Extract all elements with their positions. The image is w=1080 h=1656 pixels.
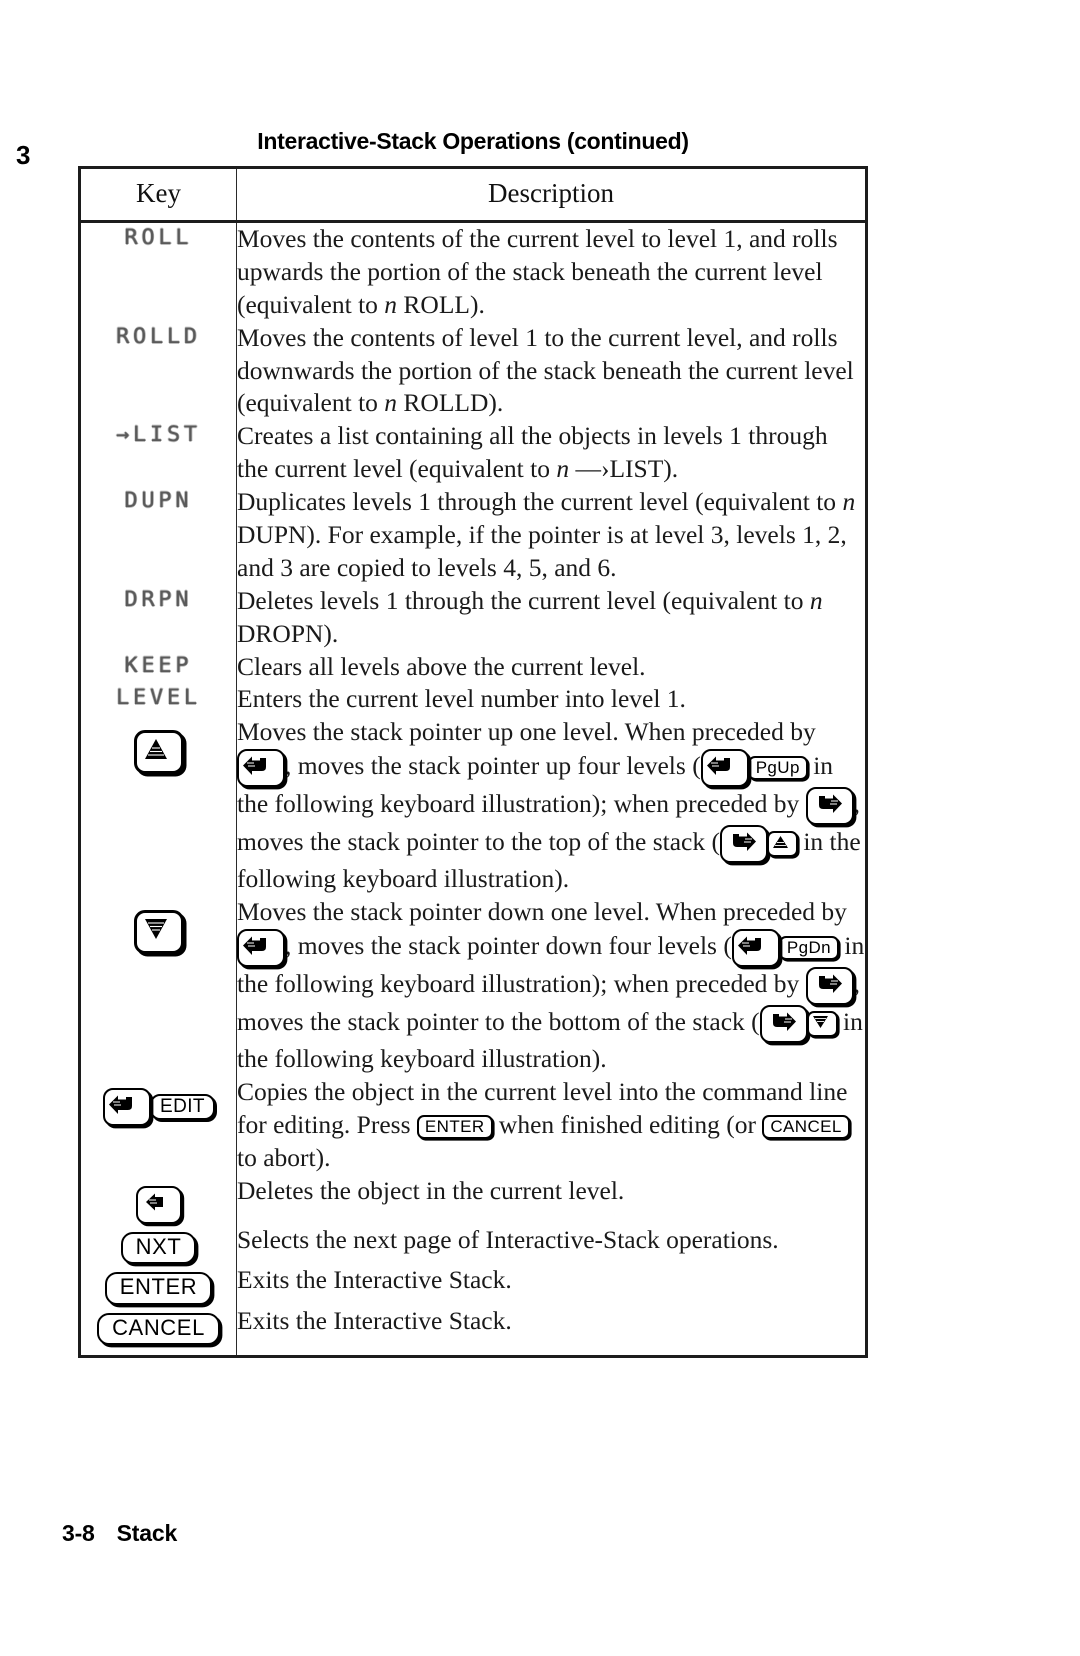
right-shift-icon [759, 1005, 808, 1044]
table-row: DUPN Duplicates levels 1 through the cur… [78, 486, 868, 585]
lcd-key-to-list: →LIST [116, 422, 201, 447]
shift-up-combo [719, 825, 798, 864]
down-arrow-icon [806, 1011, 838, 1038]
key-cell: CANCEL [78, 1304, 237, 1359]
key-cell: ROLL [78, 221, 237, 322]
edit-key: EDIT [150, 1093, 215, 1121]
left-shift-icon [731, 929, 780, 968]
description-cell: Moves the contents of level 1 to the cur… [236, 321, 868, 421]
table-row: ROLL Moves the contents of the current l… [78, 221, 868, 322]
table-row: Moves the stack pointer down one level. … [78, 896, 868, 1076]
page-footer: 3-8 Stack [62, 1520, 177, 1547]
key-cell: DUPN [78, 486, 237, 585]
shift-pgdn-combo: PgDn [731, 929, 839, 968]
right-shift-icon [719, 825, 768, 864]
description-cell: Exits the Interactive Stack. [236, 1304, 868, 1359]
table-row: LEVEL Enters the current level number in… [78, 683, 868, 717]
variable-n: n [556, 454, 570, 484]
key-cell: NXT [78, 1223, 237, 1265]
table-row: →LIST Creates a list containing all the … [78, 420, 868, 487]
footer-page-number: 3-8 [62, 1520, 95, 1546]
pgup-key: PgUp [747, 756, 808, 781]
column-header-description: Description [236, 166, 868, 223]
right-shift-icon [805, 787, 854, 826]
lcd-key-roll: ROLL [124, 225, 193, 249]
footer-section-label: Stack [116, 1520, 178, 1546]
left-shift-icon [700, 749, 749, 788]
backspace-key-icon [135, 1185, 182, 1224]
chapter-marker: 3 [16, 140, 30, 170]
shift-pgup-combo: PgUp [700, 749, 808, 788]
description-cell: Moves the stack pointer down one level. … [236, 896, 868, 1076]
table-row: ENTER Exits the Interactive Stack. [78, 1264, 868, 1305]
lcd-key-keep: KEEP [124, 652, 193, 677]
description-cell: Selects the next page of Interactive-Sta… [236, 1223, 868, 1265]
pgdn-key: PgDn [778, 936, 839, 961]
cancel-key: CANCEL [97, 1312, 220, 1346]
left-shift-icon [103, 1087, 152, 1126]
table-row: DRPN Deletes levels 1 through the curren… [78, 584, 868, 651]
nxt-key: NXT [120, 1231, 197, 1265]
key-cell [78, 716, 237, 897]
table-row: Moves the stack pointer up one level. Wh… [78, 716, 868, 897]
lcd-key-rolld: ROLLD [116, 323, 201, 348]
left-shift-icon [237, 749, 285, 788]
key-cell: ROLLD [78, 321, 237, 421]
enter-key: ENTER [416, 1114, 493, 1139]
table-header-row: Key Description [78, 166, 868, 223]
key-cell [78, 896, 237, 1076]
key-cell: DRPN [78, 584, 237, 651]
right-shift-icon [805, 967, 854, 1006]
key-cell: EDIT [78, 1075, 237, 1175]
key-cell: →LIST [78, 420, 237, 487]
description-cell: Moves the contents of the current level … [236, 221, 868, 322]
table-row: Deletes the object in the current level. [78, 1174, 868, 1224]
down-arrow-key-icon [133, 910, 184, 955]
enter-key: ENTER [104, 1272, 213, 1305]
description-cell: Deletes levels 1 through the current lev… [236, 584, 868, 651]
lcd-key-drpn: DRPN [124, 586, 193, 611]
table-row: CANCEL Exits the Interactive Stack. [78, 1304, 868, 1359]
table-row: ROLLD Moves the contents of level 1 to t… [78, 321, 868, 421]
cancel-key: CANCEL [762, 1114, 850, 1139]
lcd-key-dupn: DUPN [124, 488, 193, 513]
description-cell: Enters the current level number into lev… [236, 683, 868, 717]
description-cell: Creates a list containing all the object… [236, 420, 868, 487]
variable-n: n [384, 388, 398, 418]
variable-n: n [384, 289, 398, 319]
key-cell: ENTER [78, 1264, 237, 1305]
interactive-stack-operations-table: Key Description ROLL Moves the contents … [78, 166, 868, 1359]
description-cell: Deletes the object in the current level. [236, 1174, 868, 1224]
description-cell: Duplicates levels 1 through the current … [236, 486, 868, 585]
description-cell: Exits the Interactive Stack. [236, 1264, 868, 1305]
key-cell: LEVEL [78, 683, 237, 717]
left-shift-icon [237, 929, 285, 968]
key-cell: KEEP [78, 650, 237, 684]
table-row: KEEP Clears all levels above the current… [78, 650, 868, 684]
description-cell: Copies the object in the current level i… [236, 1075, 868, 1175]
shift-edit-combo: EDIT [103, 1087, 215, 1126]
up-arrow-icon [766, 831, 798, 858]
lcd-key-level: LEVEL [116, 685, 201, 710]
column-header-key: Key [78, 166, 237, 223]
description-cell: Clears all levels above the current leve… [236, 650, 868, 684]
variable-n: n [809, 585, 823, 615]
page-title: Interactive-Stack Operations (continued) [257, 128, 689, 154]
description-cell: Moves the stack pointer up one level. Wh… [236, 716, 868, 897]
up-arrow-key-icon [133, 730, 184, 775]
key-cell [78, 1174, 237, 1224]
table-row: NXT Selects the next page of Interactive… [78, 1223, 868, 1265]
variable-n: n [842, 487, 856, 517]
shift-down-combo [759, 1005, 838, 1044]
table-row: EDIT Copies the object in the current le… [78, 1075, 868, 1175]
